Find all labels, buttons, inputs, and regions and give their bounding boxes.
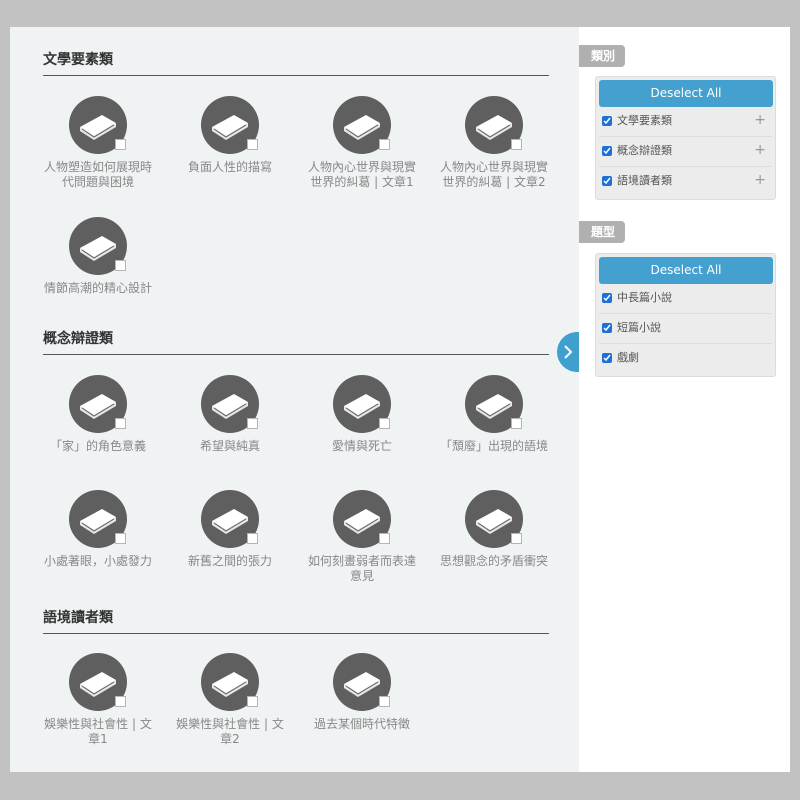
tile-label: 娛樂性與社會性 | 文章1 [44,717,152,746]
checkbox-checked[interactable] [602,176,612,186]
book-icon [69,490,127,548]
category-filter-row[interactable]: 文學要素類 + [599,107,772,137]
app-frame: 文學要素類 人物塑造如何展現時代問題與困境 負面人性的描寫 人物內心世界與現實世… [10,27,790,772]
book-icon [333,96,391,154]
tile-item[interactable]: 娛樂性與社會性 | 文章1 [38,653,158,747]
category-filter-panel: Deselect All 文學要素類 + 概念辯證類 + 語境讀者類 + [595,76,776,200]
category-filter-label: 概念辯證類 [617,144,672,157]
tile-item[interactable]: 新舊之間的張力 [170,490,290,569]
tile-checkbox[interactable] [115,139,126,150]
book-icon [69,375,127,433]
book-icon [465,490,523,548]
chevron-right-icon [564,345,573,359]
genre-filter-label: 短篇小說 [617,321,661,334]
tile-checkbox[interactable] [379,139,390,150]
checkbox-checked[interactable] [602,293,612,303]
book-icon [69,653,127,711]
tile-item[interactable]: 人物內心世界與現實世界的糾葛 | 文章1 [302,96,422,190]
tile-item[interactable]: 情節高潮的精心設計 [38,217,158,296]
tile-checkbox[interactable] [115,533,126,544]
category-filter-label: 語境讀者類 [617,174,672,187]
genre-filter-row[interactable]: 短篇小說 [599,314,772,344]
tile-checkbox[interactable] [379,696,390,707]
book-icon [465,375,523,433]
tile-label: 「家」的角色意義 [49,439,146,453]
checkbox-checked[interactable] [602,116,612,126]
checkbox-checked[interactable] [602,146,612,156]
tile-checkbox[interactable] [247,418,258,429]
tile-checkbox[interactable] [247,696,258,707]
category-filter-row[interactable]: 語境讀者類 + [599,167,772,196]
tile-checkbox[interactable] [247,139,258,150]
genre-filter-label: 戲劇 [617,351,639,364]
tile-label: 如何刻畫弱者而表達意見 [307,554,416,583]
book-icon [333,490,391,548]
tile-item[interactable]: 愛情與死亡 [302,375,422,454]
section-title: 文學要素類 [43,51,549,76]
genre-filter-label: 中長篇小說 [617,291,672,304]
book-icon [465,96,523,154]
expand-icon[interactable]: + [754,173,766,187]
tile-item[interactable]: 娛樂性與社會性 | 文章2 [170,653,290,747]
tile-label: 人物內心世界與現實世界的糾葛 | 文章1 [307,160,416,189]
genre-filter-panel: Deselect All 中長篇小說 短篇小說 戲劇 [595,253,776,377]
tile-checkbox[interactable] [115,696,126,707]
genre-filter-row[interactable]: 戲劇 [599,344,772,373]
tile-item[interactable]: 希望與純真 [170,375,290,454]
expand-icon[interactable]: + [754,143,766,157]
tile-item[interactable]: 思想觀念的矛盾衝突 [434,490,554,569]
tile-label: 負面人性的描寫 [187,160,272,174]
tile-label: 小處著眼，小處發力 [43,554,152,568]
tile-label: 過去某個時代特徵 [313,717,410,731]
book-icon [201,96,259,154]
tile-item[interactable]: 人物內心世界與現實世界的糾葛 | 文章2 [434,96,554,190]
tile-label: 愛情與死亡 [331,439,392,453]
section-title: 語境讀者類 [43,609,549,634]
book-icon [201,653,259,711]
book-icon [201,375,259,433]
tile-checkbox[interactable] [379,533,390,544]
tile-checkbox[interactable] [511,418,522,429]
book-icon [69,217,127,275]
tile-label: 思想觀念的矛盾衝突 [439,554,548,568]
tile-item[interactable]: 「頹廢」出現的語境 [434,375,554,454]
category-filter-tag: 類別 [579,45,626,67]
tile-item[interactable]: 如何刻畫弱者而表達意見 [302,490,422,584]
tile-label: 「頹廢」出現的語境 [439,439,548,453]
content-area: 文學要素類 人物塑造如何展現時代問題與困境 負面人性的描寫 人物內心世界與現實世… [10,27,579,772]
genre-deselect-all-button[interactable]: Deselect All [599,257,773,284]
tile-item[interactable]: 小處著眼，小處發力 [38,490,158,569]
category-filter-row[interactable]: 概念辯證類 + [599,137,772,167]
category-filter-label: 文學要素類 [617,114,672,127]
tile-item[interactable]: 過去某個時代特徵 [302,653,422,732]
tile-checkbox[interactable] [511,139,522,150]
genre-filter-tag: 題型 [579,221,626,243]
book-icon [69,96,127,154]
checkbox-checked[interactable] [602,353,612,363]
tile-label: 人物內心世界與現實世界的糾葛 | 文章2 [439,160,548,189]
tile-checkbox[interactable] [115,418,126,429]
tile-label: 情節高潮的精心設計 [43,281,152,295]
tile-checkbox[interactable] [511,533,522,544]
sidebar-toggle-button[interactable] [557,332,579,372]
tile-item[interactable]: 「家」的角色意義 [38,375,158,454]
tile-label: 娛樂性與社會性 | 文章2 [176,717,284,746]
checkbox-checked[interactable] [602,323,612,333]
tile-checkbox[interactable] [379,418,390,429]
category-deselect-all-button[interactable]: Deselect All [599,80,773,107]
book-icon [333,375,391,433]
tile-label: 新舊之間的張力 [187,554,272,568]
book-icon [201,490,259,548]
tile-checkbox[interactable] [115,260,126,271]
section-title: 概念辯證類 [43,330,549,355]
tile-item[interactable]: 負面人性的描寫 [170,96,290,175]
expand-icon[interactable]: + [754,113,766,127]
tile-checkbox[interactable] [247,533,258,544]
book-icon [333,653,391,711]
tile-item[interactable]: 人物塑造如何展現時代問題與困境 [38,96,158,190]
tile-label: 希望與純真 [199,439,260,453]
tile-label: 人物塑造如何展現時代問題與困境 [43,160,152,189]
genre-filter-row[interactable]: 中長篇小說 [599,284,772,314]
